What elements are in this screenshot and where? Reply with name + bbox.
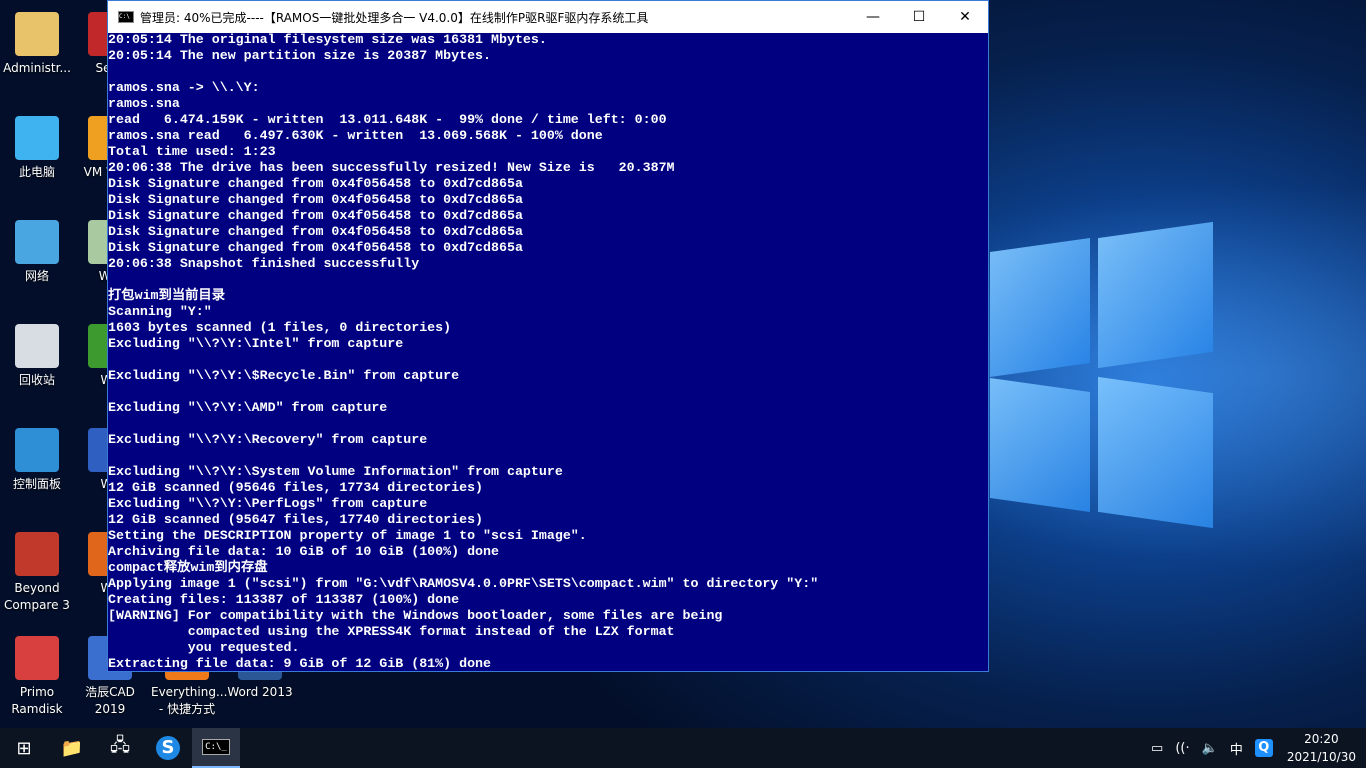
cmd-icon: C:\_ bbox=[202, 739, 230, 755]
console-line: Excluding "\\?\Y:\PerfLogs" from capture bbox=[108, 496, 428, 511]
desktop-icon[interactable]: Beyond Compare 3 bbox=[1, 532, 73, 614]
desktop-icon[interactable]: 控制面板 bbox=[1, 428, 73, 493]
sogou-browser-button[interactable]: S bbox=[144, 728, 192, 768]
console-line: 20:06:38 The drive has been successfully… bbox=[108, 160, 675, 175]
desktop-icon[interactable]: 此电脑 bbox=[1, 116, 73, 181]
title-bar[interactable]: C:\ 管理员: 40%已完成----【RAMOS一键批处理多合一 V4.0.0… bbox=[108, 1, 988, 33]
desktop-icon-label: 此电脑 bbox=[18, 165, 55, 179]
console-line: 1603 bytes scanned (1 files, 0 directori… bbox=[108, 320, 452, 335]
clock-time: 20:20 bbox=[1304, 732, 1339, 746]
folder-icon: 📁 bbox=[60, 737, 84, 759]
primo-ramdisk-icon bbox=[15, 636, 59, 680]
desktop-icon[interactable]: Primo Ramdisk bbox=[1, 636, 73, 718]
desktop-icon-label: Primo Ramdisk bbox=[11, 685, 63, 716]
recycle-bin-icon bbox=[15, 324, 59, 368]
battery-icon[interactable]: ▭ bbox=[1151, 741, 1163, 756]
volume-icon[interactable]: 🔈 bbox=[1202, 741, 1218, 756]
console-line: Disk Signature changed from 0x4f056458 t… bbox=[108, 192, 523, 207]
network-monitor-icon: 🖧 bbox=[109, 735, 131, 756]
windows-logo-icon: ⊞ bbox=[16, 737, 32, 759]
console-line: 20:05:14 The original filesystem size wa… bbox=[108, 32, 547, 47]
console-line: read 6.474.159K - written 13.011.648K - … bbox=[108, 112, 667, 127]
close-button[interactable]: ✕ bbox=[942, 1, 988, 33]
desktop-icon-label: Everything... - 快捷方式 bbox=[151, 685, 228, 716]
console-line: 12 GiB scanned (95646 files, 17734 direc… bbox=[108, 480, 484, 495]
desktop-icon[interactable]: Administr... bbox=[1, 12, 73, 77]
user-folder-icon bbox=[15, 12, 59, 56]
console-line: 打包wim到当前目录 bbox=[108, 288, 226, 303]
file-explorer-button[interactable]: 📁 bbox=[48, 728, 96, 768]
desktop-icon-label: 控制面板 bbox=[12, 477, 61, 491]
taskbar: ⊞ 📁 🖧 S C:\_ ▭ ((· 🔈 中 Q 20:20 2021/10/30 bbox=[0, 728, 1366, 768]
console-line: Disk Signature changed from 0x4f056458 t… bbox=[108, 240, 523, 255]
console-line: Archiving file data: 10 GiB of 10 GiB (1… bbox=[108, 544, 499, 559]
desktop-icon-label: 回收站 bbox=[18, 373, 55, 387]
clock-date: 2021/10/30 bbox=[1286, 750, 1356, 764]
console-line: ramos.sna bbox=[108, 96, 180, 111]
console-window[interactable]: C:\ 管理员: 40%已完成----【RAMOS一键批处理多合一 V4.0.0… bbox=[107, 0, 989, 672]
console-line: Disk Signature changed from 0x4f056458 t… bbox=[108, 176, 523, 191]
console-line: 20:06:38 Snapshot finished successfully bbox=[108, 256, 420, 271]
cmd-button[interactable]: C:\_ bbox=[192, 728, 240, 768]
console-line: [WARNING] For compatibility with the Win… bbox=[108, 608, 723, 623]
console-line: ramos.sna read 6.497.630K - written 13.0… bbox=[108, 128, 603, 143]
console-line: Scanning "Y:" bbox=[108, 304, 212, 319]
console-line: Extracting file data: 9 GiB of 12 GiB (8… bbox=[108, 656, 492, 671]
sogou-icon: S bbox=[156, 736, 180, 760]
console-line: Excluding "\\?\Y:\AMD" from capture bbox=[108, 400, 388, 415]
console-line: you requested. bbox=[108, 640, 300, 655]
qq-icon[interactable]: Q bbox=[1254, 739, 1273, 757]
computer-icon bbox=[15, 116, 59, 160]
control-panel-icon bbox=[15, 428, 59, 472]
desktop-icon[interactable]: 回收站 bbox=[1, 324, 73, 389]
console-line: compacted using the XPRESS4K format inst… bbox=[108, 624, 675, 639]
console-line: Total time used: 1:23 bbox=[108, 144, 276, 159]
ime-indicator[interactable]: 中 bbox=[1230, 739, 1243, 758]
network-tool-button[interactable]: 🖧 bbox=[96, 728, 144, 768]
desktop-icon-label: Word 2013 bbox=[227, 685, 293, 699]
network-icon bbox=[15, 220, 59, 264]
window-title: 管理员: 40%已完成----【RAMOS一键批处理多合一 V4.0.0】在线制… bbox=[140, 10, 649, 25]
console-line: 20:05:14 The new partition size is 20387… bbox=[108, 48, 492, 63]
console-line: Excluding "\\?\Y:\System Volume Informat… bbox=[108, 464, 563, 479]
beyond-compare-icon bbox=[15, 532, 59, 576]
desktop-icon-label: 网络 bbox=[24, 269, 49, 283]
console-line: Creating files: 113387 of 113387 (100%) … bbox=[108, 592, 460, 607]
console-line: ramos.sna -> \\.\Y: bbox=[108, 80, 260, 95]
console-line: Excluding "\\?\Y:\Intel" from capture bbox=[108, 336, 404, 351]
console-line: 12 GiB scanned (95647 files, 17740 direc… bbox=[108, 512, 484, 527]
cmd-icon: C:\ bbox=[118, 11, 134, 23]
desktop-icon-label: Beyond Compare 3 bbox=[4, 581, 70, 612]
maximize-button[interactable]: ☐ bbox=[896, 1, 942, 33]
start-button[interactable]: ⊞ bbox=[0, 728, 48, 768]
console-line: Disk Signature changed from 0x4f056458 t… bbox=[108, 224, 523, 239]
console-line: Excluding "\\?\Y:\Recovery" from capture bbox=[108, 432, 428, 447]
console-line: compact释放wim到内存盘 bbox=[108, 560, 268, 575]
wifi-icon[interactable]: ((· bbox=[1175, 741, 1189, 756]
console-line: Excluding "\\?\Y:\$Recycle.Bin" from cap… bbox=[108, 368, 460, 383]
system-tray: ▭ ((· 🔈 中 Q 20:20 2021/10/30 bbox=[1145, 728, 1366, 768]
minimize-button[interactable]: — bbox=[850, 1, 896, 33]
console-line: Setting the DESCRIPTION property of imag… bbox=[108, 528, 587, 543]
console-line: Disk Signature changed from 0x4f056458 t… bbox=[108, 208, 523, 223]
desktop-icon-label: 浩辰CAD 2019 bbox=[85, 685, 135, 716]
desktop-icon-label: Administr... bbox=[3, 61, 71, 75]
console-line: Applying image 1 ("scsi") from "G:\vdf\R… bbox=[108, 576, 819, 591]
windows-wallpaper-logo bbox=[990, 221, 1220, 529]
clock[interactable]: 20:20 2021/10/30 bbox=[1287, 730, 1356, 766]
console-output[interactable]: 20:05:14 The original filesystem size wa… bbox=[108, 32, 988, 671]
desktop-icon[interactable]: 网络 bbox=[1, 220, 73, 285]
